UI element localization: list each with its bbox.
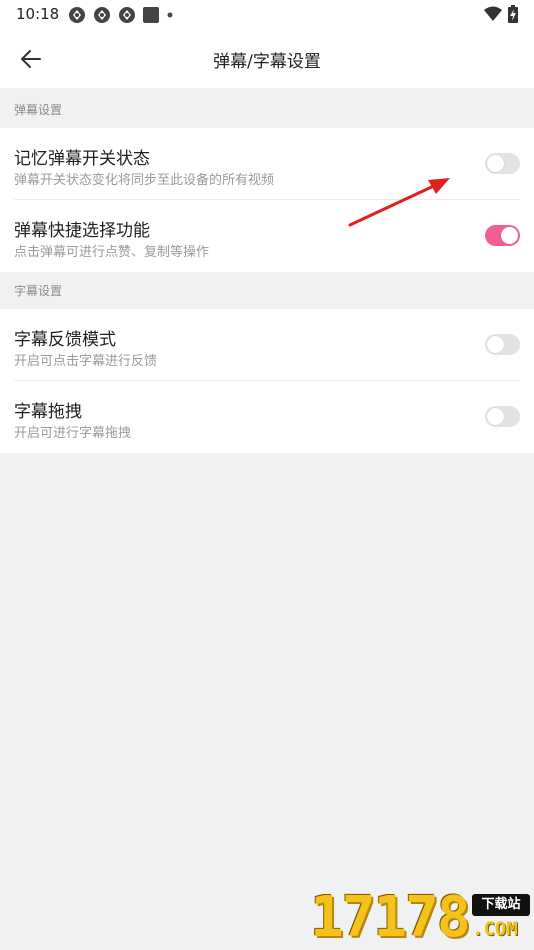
toggle-switch-off[interactable]: [485, 153, 520, 174]
app-icon: [94, 7, 110, 23]
setting-title: 字幕拖拽: [14, 402, 82, 422]
toggle-knob: [487, 408, 504, 425]
toggle-switch-on[interactable]: [485, 225, 520, 246]
section-header-danmaku: 弹幕设置: [0, 92, 534, 128]
setting-subtitle: 点击弹幕可进行点赞、复制等操作: [14, 245, 210, 260]
watermark-logo: 17178 下载站 .COM: [310, 888, 534, 950]
watermark-digits: 17178: [310, 885, 471, 950]
dot-icon: [167, 12, 173, 18]
page-title: 弹幕/字幕设置: [213, 52, 321, 72]
app-icon: [119, 7, 135, 23]
app-icon: [69, 7, 85, 23]
notification-icons: [68, 6, 174, 24]
setting-title: 字幕反馈模式: [14, 330, 116, 350]
setting-title: 记忆弹幕开关状态: [14, 149, 150, 169]
battery-charging-icon: [508, 5, 518, 23]
setting-row-subtitle-drag[interactable]: 字幕拖拽 开启可进行字幕拖拽: [0, 381, 534, 453]
status-right: [484, 5, 518, 23]
annotation-arrow-icon: [348, 178, 450, 227]
toggle-switch-off[interactable]: [485, 334, 520, 355]
setting-row-subtitle-feedback[interactable]: 字幕反馈模式 开启可点击字幕进行反馈: [0, 309, 534, 381]
section-header-subtitle: 字幕设置: [0, 273, 534, 309]
watermark-domain: .COM: [472, 918, 518, 940]
status-time: 10:18: [16, 5, 60, 23]
setting-subtitle: 开启可点击字幕进行反馈: [14, 354, 158, 369]
setting-subtitle: 弹幕开关状态变化将同步至此设备的所有视频: [14, 173, 275, 188]
watermark-badge: 下载站: [472, 894, 530, 916]
toggle-knob: [501, 227, 518, 244]
wifi-icon: [484, 6, 502, 21]
toggle-knob: [487, 336, 504, 353]
toggle-switch-off[interactable]: [485, 406, 520, 427]
status-bar: 10:18: [0, 0, 534, 30]
setting-subtitle: 开启可进行字幕拖拽: [14, 426, 132, 441]
app-bar: 弹幕/字幕设置: [0, 30, 534, 88]
toggle-knob: [487, 155, 504, 172]
square-icon: [143, 7, 159, 23]
setting-title: 弹幕快捷选择功能: [14, 221, 150, 241]
